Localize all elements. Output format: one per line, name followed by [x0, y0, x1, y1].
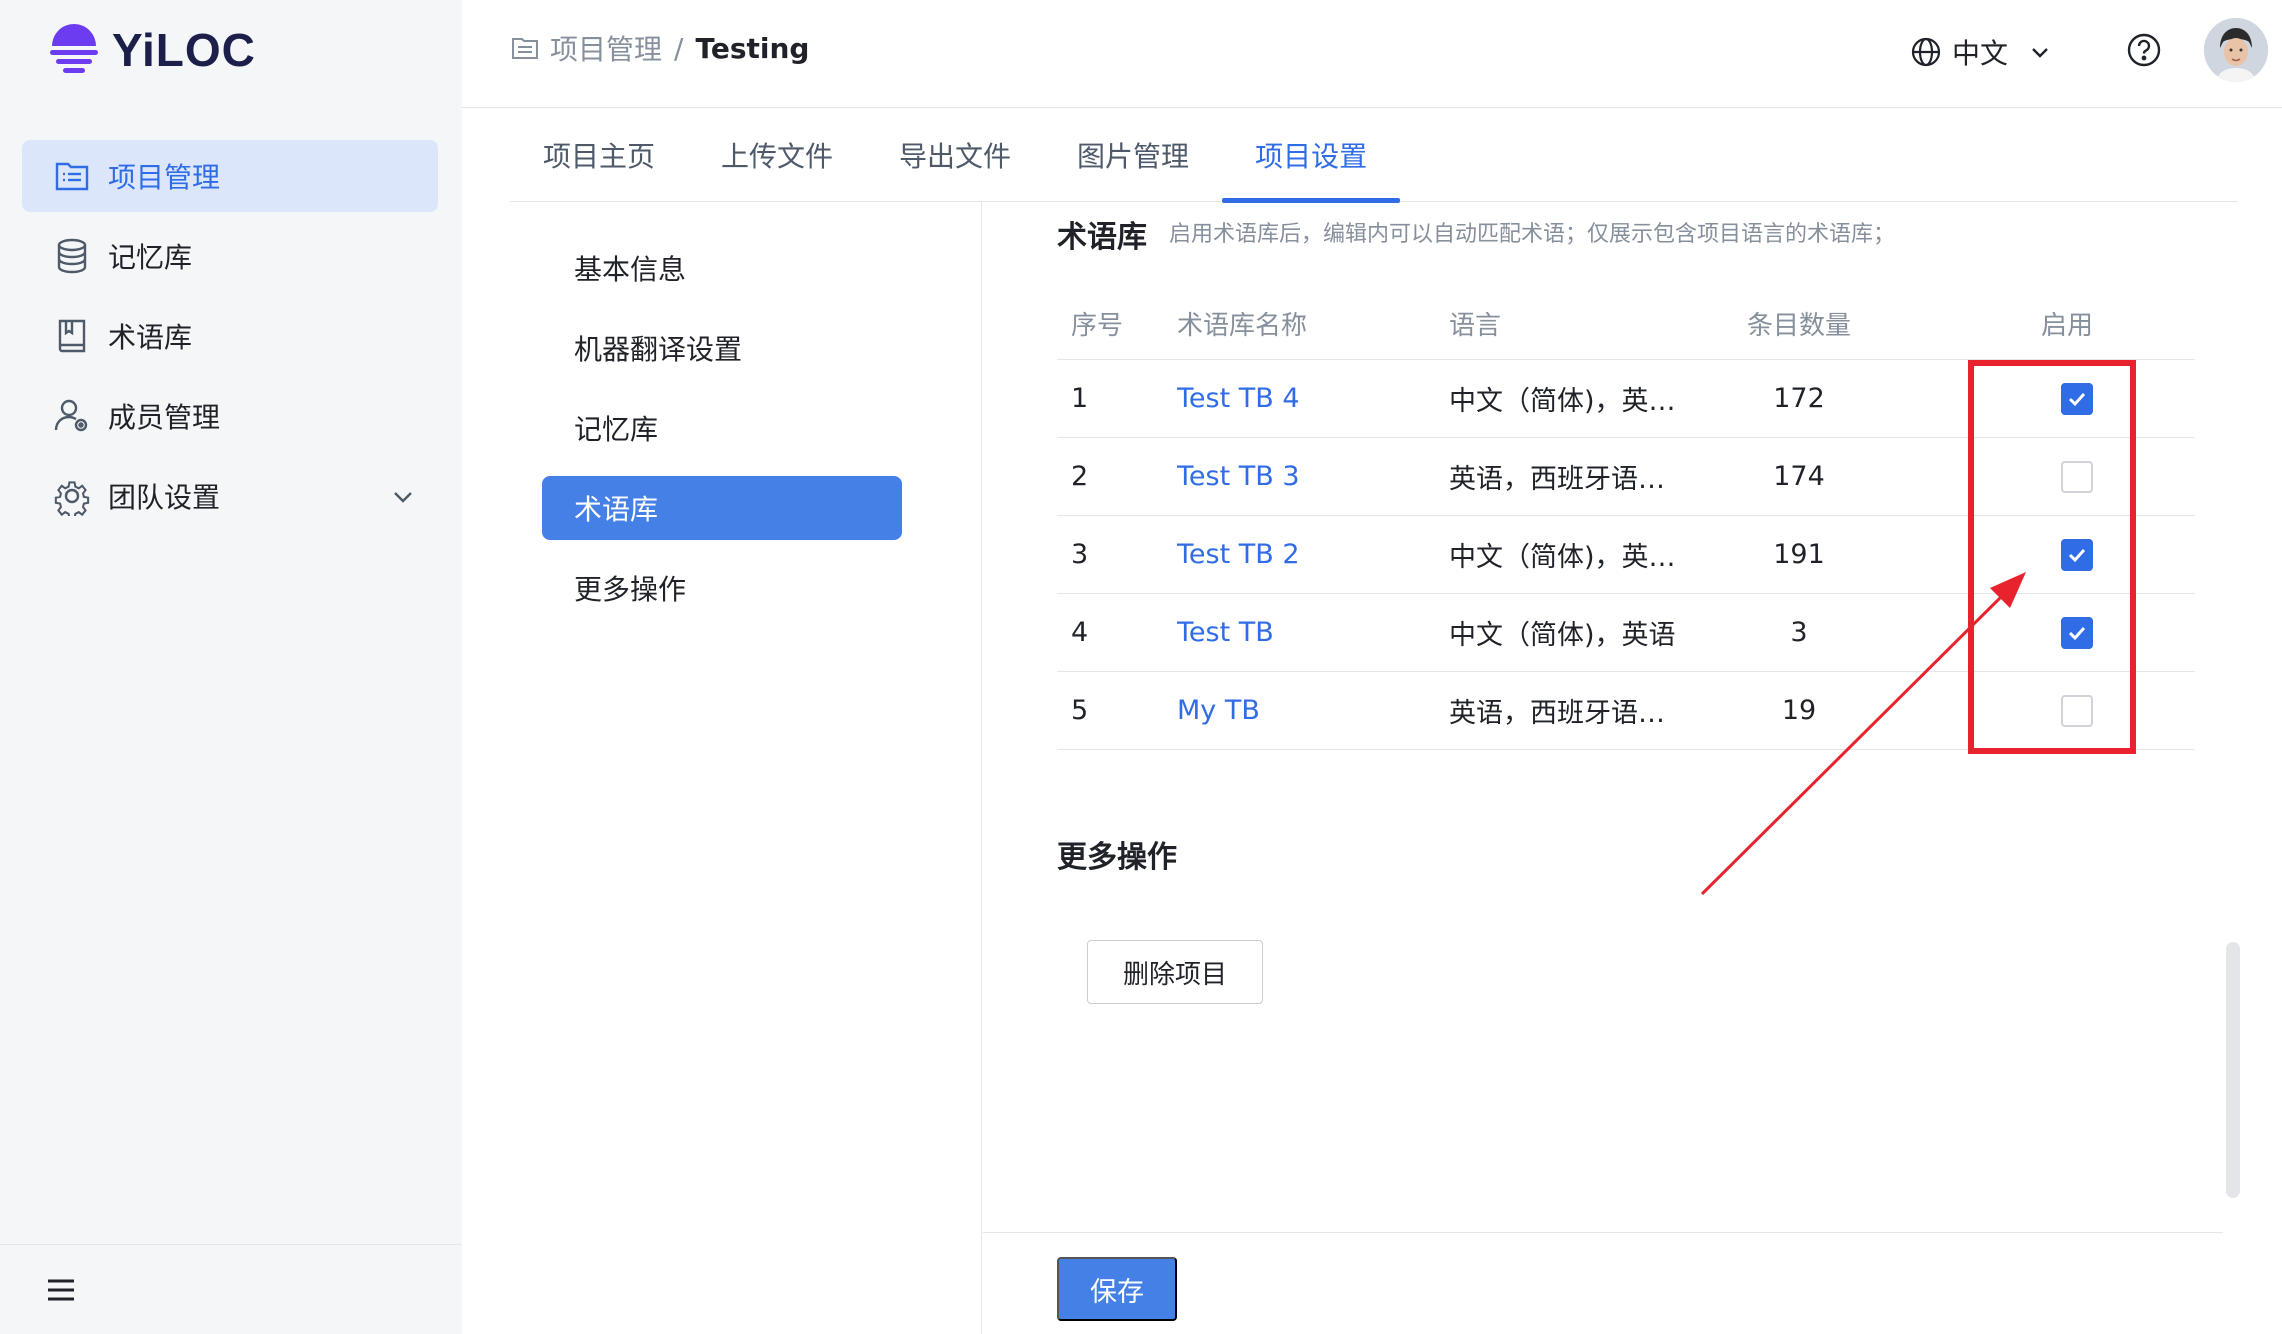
column-header-enabled: 启用	[2040, 311, 2093, 341]
row-index: 5	[1071, 695, 1089, 726]
termbase-hint: 启用术语库后，编辑内可以自动匹配术语；仅展示包含项目语言的术语库；	[1169, 222, 1896, 247]
sidebar-item-label: 成员管理	[108, 401, 221, 434]
brand-name: YiLOC	[112, 24, 256, 76]
sidebar-item-projects[interactable]: 项目管理	[22, 140, 438, 212]
avatar[interactable]	[2204, 18, 2268, 82]
breadcrumb-parent[interactable]: 项目管理	[550, 28, 662, 68]
breadcrumb-current: Testing	[695, 31, 810, 65]
row-index: 4	[1071, 617, 1089, 648]
breadcrumb: 项目管理 / Testing	[510, 28, 809, 68]
subnav-machine-translation[interactable]: 机器翻译设置	[542, 316, 902, 380]
row-language: 中文（简体)，英…	[1449, 542, 1676, 573]
brand-logo[interactable]: YiLOC	[46, 22, 256, 78]
settings-footer: 保存	[983, 1232, 2223, 1334]
sidebar-item-members[interactable]: 成员管理	[22, 380, 438, 452]
delete-project-button[interactable]: 删除项目	[1087, 940, 1263, 1004]
book-icon	[58, 319, 86, 353]
sidebar: YiLOC 项目管理 记忆库 术语库 成员管理 团队设置	[0, 0, 462, 1334]
settings-subnav: 基本信息 机器翻译设置 记忆库 术语库 更多操作	[510, 202, 982, 1334]
termbase-name-link[interactable]: My TB	[1177, 695, 1449, 726]
tab-project-home[interactable]: 项目主页	[510, 108, 688, 202]
subnav-basic-info[interactable]: 基本信息	[542, 236, 902, 300]
sidebar-item-label: 团队设置	[108, 481, 221, 514]
termbase-name-link[interactable]: Test TB 4	[1177, 383, 1449, 414]
language-label: 中文	[1952, 37, 2009, 70]
project-list-icon	[55, 162, 89, 191]
termbase-section-title: 术语库	[1057, 212, 1147, 256]
chevron-down-icon	[2032, 48, 2048, 58]
tab-upload-files[interactable]: 上传文件	[688, 108, 866, 202]
chevron-down-icon[interactable]	[390, 484, 416, 510]
row-index: 2	[1071, 461, 1089, 492]
table-header: 序号 术语库名称 语言 条目数量 启用	[1057, 288, 2195, 360]
column-header-language: 语言	[1449, 311, 1502, 341]
sidebar-item-label: 术语库	[108, 321, 193, 354]
save-button[interactable]: 保存	[1057, 1257, 1177, 1321]
help-icon[interactable]	[2126, 32, 2162, 68]
menu-icon[interactable]	[44, 1273, 78, 1307]
database-icon	[57, 238, 87, 274]
row-entry-count: 3	[1790, 617, 1808, 648]
sidebar-item-label: 记忆库	[108, 241, 193, 274]
top-bar: 项目管理 / Testing 中文	[462, 0, 2282, 108]
content-scrollbar[interactable]	[2226, 942, 2240, 1198]
termbase-name-link[interactable]: Test TB	[1177, 617, 1449, 648]
user-avatar-icon	[2204, 18, 2268, 82]
tab-image-management[interactable]: 图片管理	[1044, 108, 1222, 202]
language-selector[interactable]: 中文	[1910, 32, 2052, 72]
termbase-name-link[interactable]: Test TB 3	[1177, 461, 1449, 492]
tab-export-files[interactable]: 导出文件	[866, 108, 1044, 202]
row-language: 英语，西班牙语…	[1449, 464, 1665, 495]
breadcrumb-separator: /	[674, 31, 684, 65]
row-language: 中文（简体)，英…	[1449, 386, 1676, 417]
row-entry-count: 172	[1773, 383, 1825, 414]
more-actions-title: 更多操作	[1057, 840, 1177, 875]
row-language: 英语，西班牙语…	[1449, 698, 1665, 729]
row-index: 1	[1071, 383, 1089, 414]
user-settings-icon	[54, 399, 88, 432]
sidebar-nav: 项目管理 记忆库 术语库 成员管理 团队设置	[22, 140, 438, 540]
sidebar-item-team-settings[interactable]: 团队设置	[22, 460, 438, 532]
sidebar-item-label: 项目管理	[108, 161, 221, 194]
folder-list-icon	[512, 38, 538, 59]
column-header-count: 条目数量	[1746, 311, 1851, 341]
tab-project-settings[interactable]: 项目设置	[1222, 108, 1401, 203]
row-language: 中文（简体)，英语	[1449, 620, 1676, 651]
gear-icon	[54, 481, 90, 516]
column-header-name: 术语库名称	[1177, 311, 1308, 341]
subnav-memory[interactable]: 记忆库	[542, 396, 902, 460]
logo-icon	[50, 24, 98, 73]
annotation-highlight-box	[1968, 360, 2136, 754]
sidebar-item-termbase[interactable]: 术语库	[22, 300, 438, 372]
project-tabs: 项目主页 上传文件 导出文件 图片管理 项目设置	[510, 108, 2238, 203]
row-entry-count: 174	[1773, 461, 1825, 492]
sidebar-footer	[0, 1244, 462, 1334]
termbase-title-text: 术语库	[1057, 220, 1147, 255]
globe-icon	[1911, 37, 1941, 67]
row-entry-count: 191	[1773, 539, 1825, 570]
sidebar-item-memory[interactable]: 记忆库	[22, 220, 438, 292]
row-index: 3	[1071, 539, 1089, 570]
column-header-index: 序号	[1071, 311, 1124, 341]
termbase-name-link[interactable]: Test TB 2	[1177, 539, 1449, 570]
row-entry-count: 19	[1781, 695, 1817, 726]
subnav-termbase[interactable]: 术语库	[542, 476, 902, 540]
subnav-more-actions[interactable]: 更多操作	[542, 556, 902, 620]
